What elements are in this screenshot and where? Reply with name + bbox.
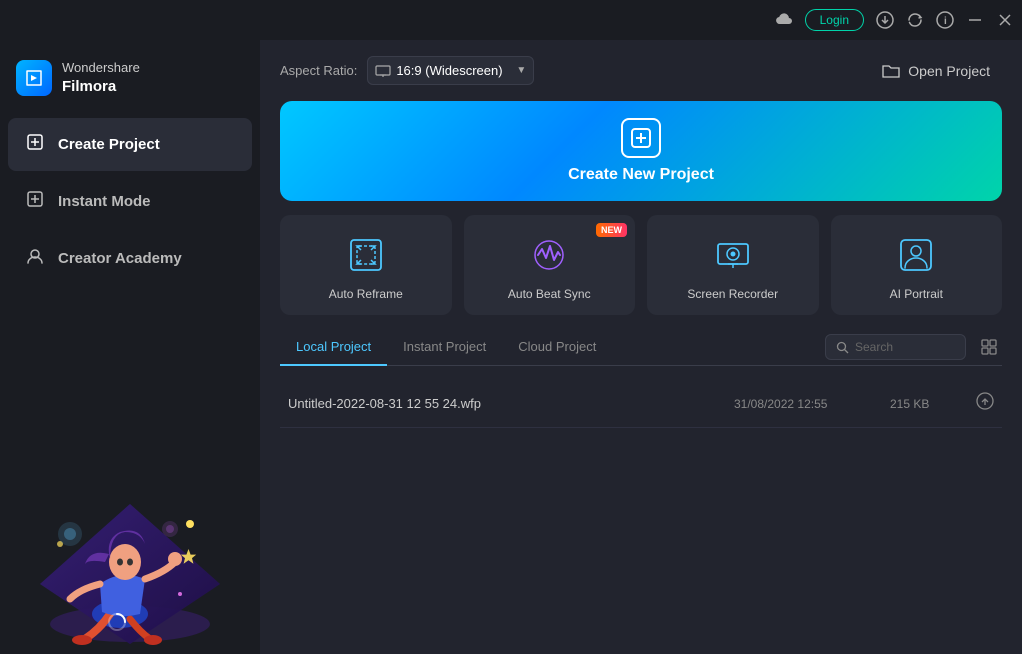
instant-mode-icon — [24, 189, 46, 214]
feature-cards: Auto Reframe NEW Auto Beat Sync — [260, 201, 1022, 329]
svg-text:i: i — [944, 16, 947, 27]
tab-local-project[interactable]: Local Project — [280, 329, 387, 366]
top-bar: Aspect Ratio: 16:9 (Widescreen) 9:16 (Po… — [260, 40, 1022, 101]
download-icon[interactable] — [876, 11, 894, 29]
main-layout: Wondershare Filmora Create Project Insta… — [0, 40, 1022, 654]
screen-recorder-label: Screen Recorder — [687, 287, 778, 301]
logo-area: Wondershare Filmora — [0, 48, 260, 116]
refresh-icon[interactable] — [906, 11, 924, 29]
screen-recorder-icon — [711, 233, 755, 277]
nav-creator-academy[interactable]: Creator Academy — [8, 232, 252, 285]
projects-tab-actions — [825, 334, 1002, 360]
title-bar-icons: Login i — [773, 9, 1014, 31]
create-project-icon — [621, 118, 661, 158]
table-row[interactable]: Untitled-2022-08-31 12 55 24.wfp 31/08/2… — [280, 380, 1002, 428]
feature-card-screen-recorder[interactable]: Screen Recorder — [647, 215, 819, 315]
logo-text: Wondershare Filmora — [62, 60, 140, 96]
nav-create-project[interactable]: Create Project — [8, 118, 252, 171]
aspect-ratio-select[interactable]: 16:9 (Widescreen) 9:16 (Portrait) 1:1 (S… — [367, 56, 534, 85]
search-input[interactable] — [855, 340, 955, 354]
info-icon[interactable]: i — [936, 11, 954, 29]
auto-reframe-icon — [344, 233, 388, 277]
minimize-icon[interactable] — [966, 11, 984, 29]
sidebar-illustration — [0, 434, 260, 654]
nav-creator-academy-label: Creator Academy — [58, 250, 182, 267]
sidebar: Wondershare Filmora Create Project Insta… — [0, 40, 260, 654]
aspect-ratio-section: Aspect Ratio: 16:9 (Widescreen) 9:16 (Po… — [280, 56, 534, 85]
app-logo-icon — [16, 60, 52, 96]
auto-beat-sync-icon — [527, 233, 571, 277]
auto-reframe-label: Auto Reframe — [329, 287, 403, 301]
auto-beat-sync-label: Auto Beat Sync — [508, 287, 591, 301]
aspect-select-wrapper: 16:9 (Widescreen) 9:16 (Portrait) 1:1 (S… — [367, 56, 534, 85]
projects-section: Local Project Instant Project Cloud Proj… — [260, 329, 1022, 654]
close-icon[interactable] — [996, 11, 1014, 29]
creator-academy-icon — [24, 246, 46, 271]
ai-portrait-icon — [894, 233, 938, 277]
create-new-project-banner[interactable]: Create New Project — [280, 101, 1002, 201]
open-project-button[interactable]: Open Project — [870, 57, 1002, 85]
content-area: Aspect Ratio: 16:9 (Widescreen) 9:16 (Po… — [260, 40, 1022, 654]
project-name: Untitled-2022-08-31 12 55 24.wfp — [288, 396, 718, 411]
cloud-icon[interactable] — [773, 12, 793, 28]
title-bar: Login i — [0, 0, 1022, 40]
feature-card-auto-beat-sync[interactable]: NEW Auto Beat Sync — [464, 215, 636, 315]
projects-list: Untitled-2022-08-31 12 55 24.wfp 31/08/2… — [280, 380, 1002, 634]
app-name: Filmora — [62, 77, 140, 97]
create-new-project-label: Create New Project — [568, 166, 714, 184]
brand-name: Wondershare — [62, 60, 140, 77]
tab-cloud-project[interactable]: Cloud Project — [502, 329, 612, 366]
tab-instant-project[interactable]: Instant Project — [387, 329, 502, 366]
open-project-label: Open Project — [908, 63, 990, 79]
grid-icon — [980, 338, 998, 356]
aspect-ratio-label: Aspect Ratio: — [280, 63, 357, 78]
nav-instant-mode[interactable]: Instant Mode — [8, 175, 252, 228]
upload-icon[interactable] — [976, 392, 994, 415]
search-box — [825, 334, 966, 360]
search-icon — [836, 341, 849, 354]
grid-view-button[interactable] — [976, 334, 1002, 360]
new-badge: NEW — [596, 223, 627, 237]
login-button[interactable]: Login — [805, 9, 864, 31]
create-project-icon — [24, 132, 46, 157]
ai-portrait-label: AI Portrait — [890, 287, 943, 301]
feature-card-auto-reframe[interactable]: Auto Reframe — [280, 215, 452, 315]
project-date: 31/08/2022 12:55 — [734, 397, 874, 411]
nav-instant-mode-label: Instant Mode — [58, 193, 151, 210]
projects-tabs: Local Project Instant Project Cloud Proj… — [280, 329, 1002, 366]
nav-create-project-label: Create Project — [58, 136, 160, 153]
folder-icon — [882, 63, 900, 79]
project-size: 215 KB — [890, 397, 960, 411]
feature-card-ai-portrait[interactable]: AI Portrait — [831, 215, 1003, 315]
